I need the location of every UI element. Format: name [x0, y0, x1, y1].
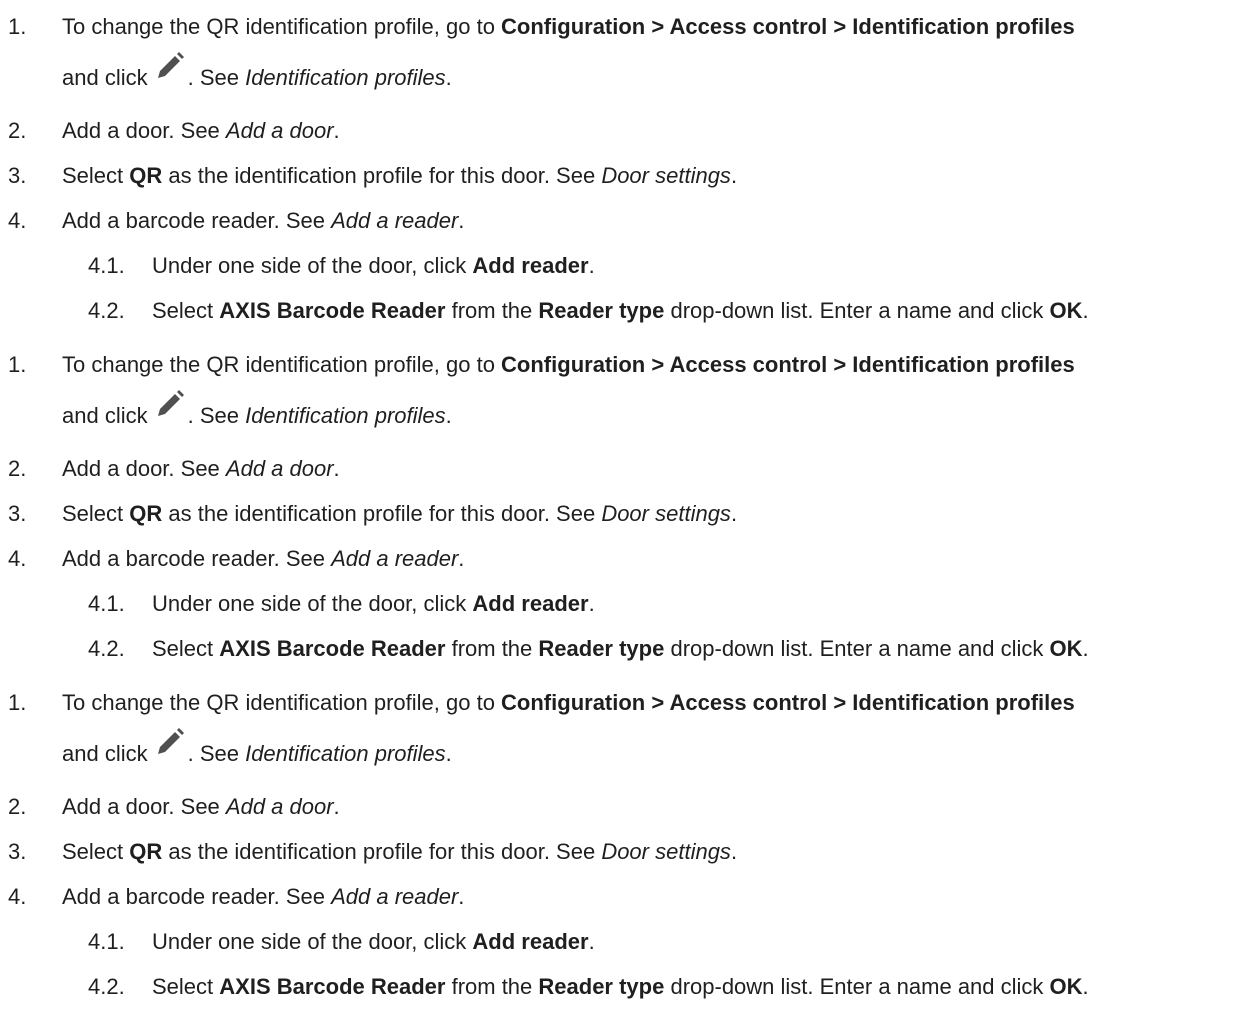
step-number: 4. [8, 546, 27, 571]
step-number: 4.1. [88, 253, 125, 278]
link-door-settings[interactable]: Door settings [601, 163, 731, 188]
step-number: 2. [8, 794, 27, 819]
menu-path: Configuration > Access control > Identif… [501, 690, 1075, 715]
step-number: 2. [8, 456, 27, 481]
step-number: 4.2. [88, 298, 125, 323]
link-add-a-door[interactable]: Add a door [226, 794, 334, 819]
pencil-icon [154, 388, 186, 420]
step-text: Add a barcode reader. See Add a reader. [62, 884, 465, 909]
step-number: 1. [8, 14, 27, 39]
step-text: To change the QR identification profile,… [62, 14, 1075, 39]
step-number: 1. [8, 690, 27, 715]
step-number: 4.2. [88, 636, 125, 661]
pencil-icon [154, 726, 186, 758]
step-text: Select AXIS Barcode Reader from the Read… [152, 298, 1089, 323]
step-text: To change the QR identification profile,… [62, 352, 1075, 377]
instruction-list: 1. To change the QR identification profi… [0, 688, 1239, 1020]
step-text: Select AXIS Barcode Reader from the Read… [152, 636, 1089, 661]
step-text: Under one side of the door, click Add re… [152, 929, 595, 954]
step-number: 2. [8, 118, 27, 143]
step-text: Select QR as the identification profile … [62, 163, 738, 188]
step-text: Add a barcode reader. See Add a reader. [62, 208, 465, 233]
pencil-icon [154, 50, 186, 82]
link-add-a-reader[interactable]: Add a reader [331, 546, 458, 571]
step-number: 4.2. [88, 974, 125, 999]
link-add-a-door[interactable]: Add a door [226, 456, 334, 481]
link-add-a-door[interactable]: Add a door [226, 118, 334, 143]
step-number: 4. [8, 884, 27, 909]
step-number: 4.1. [88, 929, 125, 954]
step-number: 3. [8, 163, 27, 188]
step-number: 3. [8, 839, 27, 864]
step-text: Select QR as the identification profile … [62, 501, 738, 526]
link-door-settings[interactable]: Door settings [601, 501, 731, 526]
step-number: 3. [8, 501, 27, 526]
step-number: 4.1. [88, 591, 125, 616]
step-text: and click . See Identification profiles. [62, 728, 452, 770]
step-text: Add a barcode reader. See Add a reader. [62, 546, 465, 571]
link-identification-profiles[interactable]: Identification profiles [245, 63, 446, 93]
step-text: Select QR as the identification profile … [62, 839, 738, 864]
menu-path: Configuration > Access control > Identif… [501, 14, 1075, 39]
step-text: Under one side of the door, click Add re… [152, 591, 595, 616]
link-door-settings[interactable]: Door settings [601, 839, 731, 864]
link-identification-profiles[interactable]: Identification profiles [245, 401, 446, 431]
menu-path: Configuration > Access control > Identif… [501, 352, 1075, 377]
step-text: and click . See Identification profiles. [62, 390, 452, 432]
step-text: To change the QR identification profile,… [62, 690, 1075, 715]
instruction-list: 1. To change the QR identification profi… [0, 350, 1239, 682]
step-text: and click . See Identification profiles. [62, 52, 452, 94]
step-text: Under one side of the door, click Add re… [152, 253, 595, 278]
instructions-page: 1. To change the QR identification profi… [0, 0, 1239, 1003]
instruction-list: 1. To change the QR identification profi… [0, 12, 1239, 344]
step-text: Add a door. See Add a door. [62, 794, 340, 819]
step-text: Add a door. See Add a door. [62, 118, 340, 143]
link-add-a-reader[interactable]: Add a reader [331, 884, 458, 909]
step-number: 1. [8, 352, 27, 377]
step-text: Select AXIS Barcode Reader from the Read… [152, 974, 1089, 999]
link-identification-profiles[interactable]: Identification profiles [245, 739, 446, 769]
step-number: 4. [8, 208, 27, 233]
link-add-a-reader[interactable]: Add a reader [331, 208, 458, 233]
step-text: Add a door. See Add a door. [62, 456, 340, 481]
